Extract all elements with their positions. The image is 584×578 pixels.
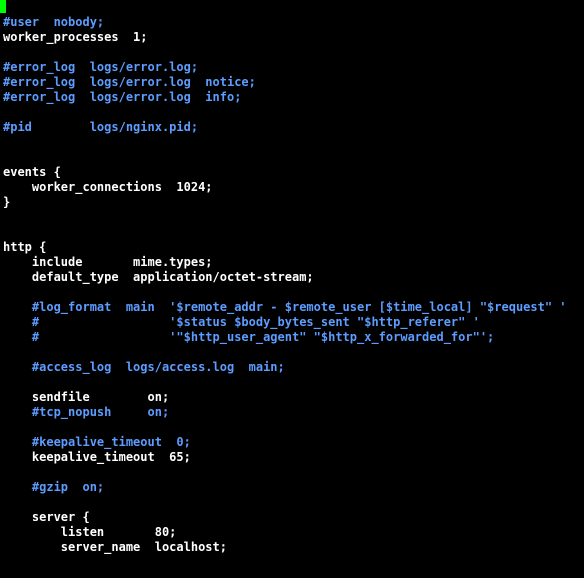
code-line: keepalive_timeout 65; <box>3 450 567 465</box>
code-line: worker_connections 1024; <box>3 180 567 195</box>
code-line <box>3 555 567 570</box>
code-line: server_name localhost; <box>3 540 567 555</box>
code-line: # '"$http_user_agent" "$http_x_forwarded… <box>3 330 567 345</box>
code-line <box>3 420 567 435</box>
code-line: #keepalive_timeout 0; <box>3 435 567 450</box>
code-line: #log_format main '$remote_addr - $remote… <box>3 300 567 315</box>
code-line: worker_processes 1; <box>3 30 567 45</box>
terminal-cursor <box>0 0 6 13</box>
code-line: sendfile on; <box>3 390 567 405</box>
code-line: #error_log logs/error.log; <box>3 60 567 75</box>
code-line <box>3 375 567 390</box>
code-line: default_type application/octet-stream; <box>3 270 567 285</box>
code-line: #error_log logs/error.log notice; <box>3 75 567 90</box>
config-editor[interactable]: #user nobody;worker_processes 1; #error_l… <box>3 15 567 570</box>
code-line <box>3 45 567 60</box>
code-line: # '$status $body_bytes_sent "$http_refer… <box>3 315 567 330</box>
code-line: #tcp_nopush on; <box>3 405 567 420</box>
code-line: #access_log logs/access.log main; <box>3 360 567 375</box>
code-line: listen 80; <box>3 525 567 540</box>
code-line: #pid logs/nginx.pid; <box>3 120 567 135</box>
code-line <box>3 210 567 225</box>
code-line: http { <box>3 240 567 255</box>
code-line: #error_log logs/error.log info; <box>3 90 567 105</box>
code-line <box>3 225 567 240</box>
code-line <box>3 465 567 480</box>
code-line: server { <box>3 510 567 525</box>
code-line: events { <box>3 165 567 180</box>
code-line <box>3 285 567 300</box>
code-line: #user nobody; <box>3 15 567 30</box>
code-line <box>3 345 567 360</box>
code-line <box>3 150 567 165</box>
code-line: #gzip on; <box>3 480 567 495</box>
code-line: } <box>3 195 567 210</box>
code-line <box>3 135 567 150</box>
code-line <box>3 105 567 120</box>
code-line: include mime.types; <box>3 255 567 270</box>
code-line <box>3 495 567 510</box>
